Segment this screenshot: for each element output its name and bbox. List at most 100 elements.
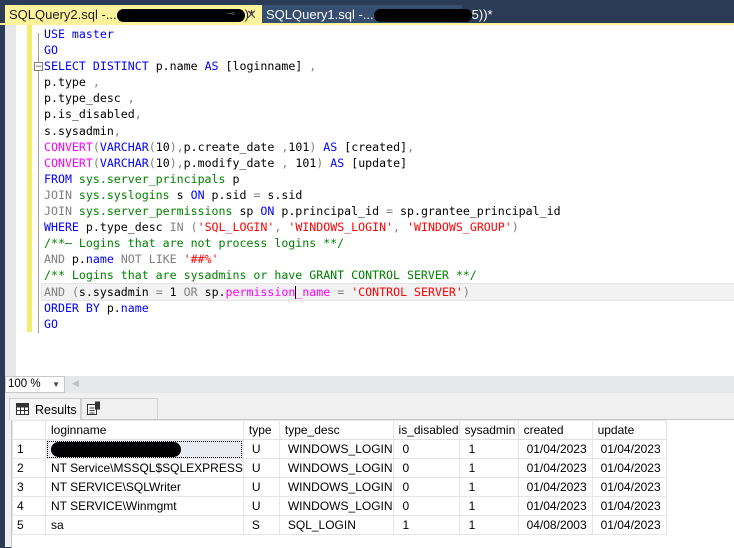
table-row[interactable]: 5 sa S SQL_LOGIN 1 1 04/08/2003 01/04/2023 xyxy=(12,515,667,535)
zoom-dropdown[interactable]: 100 % ▼ xyxy=(5,376,65,393)
row-number-header[interactable] xyxy=(12,420,46,440)
cell-update[interactable]: 01/04/2023 xyxy=(591,458,667,478)
column-header-type-desc[interactable]: type_desc xyxy=(278,420,394,440)
code-line[interactable]: p.type , xyxy=(44,74,734,90)
cell-loginname[interactable] xyxy=(45,439,244,459)
cell-sysadmin[interactable]: 1 xyxy=(458,439,519,459)
code-text[interactable]: USE master GO SELECT DISTINCT p.name AS [l… xyxy=(41,26,734,332)
code-line[interactable]: p.is_disabled, xyxy=(44,106,734,122)
collapse-icon[interactable]: − xyxy=(34,62,43,72)
cell-type[interactable]: U xyxy=(242,496,280,516)
cell-sysadmin[interactable]: 1 xyxy=(458,496,519,516)
code-token: sp. xyxy=(197,284,226,299)
cell-created[interactable]: 01/04/2023 xyxy=(517,477,593,497)
tab-messages[interactable]: Messages xyxy=(81,398,158,440)
tab-results-label: Results xyxy=(35,403,77,417)
cell-update[interactable]: 01/04/2023 xyxy=(591,439,667,459)
cell-is-disabled[interactable]: 0 xyxy=(392,439,460,459)
cell-type[interactable]: U xyxy=(242,477,280,497)
code-line[interactable]: AND (s.sysadmin = 1 OR sp.permission_nam… xyxy=(41,282,734,301)
results-table: loginname type type_desc is_disabled sys… xyxy=(12,420,667,535)
code-line[interactable]: CONVERT(VARCHAR(10),p.modify_date , 101)… xyxy=(44,155,734,171)
column-header-sysadmin[interactable]: sysadmin xyxy=(458,420,519,440)
code-token: [created] xyxy=(337,139,408,154)
cell-loginname[interactable]: sa xyxy=(45,515,244,535)
cell-update[interactable]: 01/04/2023 xyxy=(591,496,667,516)
cell-created[interactable]: 01/04/2023 xyxy=(517,458,593,478)
row-number[interactable]: 4 xyxy=(12,496,46,516)
table-row[interactable]: 3 NT SERVICE\SQLWriter U WINDOWS_LOGIN 0 1 01/… xyxy=(12,477,667,497)
code-line[interactable]: GO xyxy=(44,42,734,58)
pin-icon[interactable]: ⊸ xyxy=(226,5,235,24)
column-header-loginname[interactable]: loginname xyxy=(45,420,244,440)
cell-created[interactable]: 01/04/2023 xyxy=(517,496,593,516)
code-line[interactable]: /** Logins that are sysadmins or have GR… xyxy=(44,267,734,283)
scroll-left-icon[interactable]: ◀ xyxy=(72,379,79,389)
cell-is-disabled[interactable]: 1 xyxy=(392,515,460,535)
tab-sqlquery1[interactable]: SQLQuery1.sql -... 5))* xyxy=(262,5,493,24)
code-line[interactable]: CONVERT(VARCHAR(10),p.create_date ,101) … xyxy=(44,139,734,155)
column-header-type[interactable]: type xyxy=(242,420,280,440)
code-line[interactable]: p.type_desc , xyxy=(44,90,734,106)
cell-loginname[interactable]: NT Service\MSSQL$SQLEXPRESS xyxy=(45,458,244,478)
code-line[interactable]: s.sysadmin, xyxy=(44,123,734,139)
code-line[interactable]: ORDER BY p.name xyxy=(44,300,734,316)
cell-loginname[interactable]: NT SERVICE\Winmgmt xyxy=(45,496,244,516)
row-number[interactable]: 2 xyxy=(12,458,46,478)
cell-update[interactable]: 01/04/2023 xyxy=(591,515,667,535)
row-number[interactable]: 5 xyxy=(12,515,46,535)
tab-results[interactable]: Results xyxy=(9,398,81,420)
tab-sqlquery2[interactable]: SQLQuery2.sql -...)* ⊸ ✕ xyxy=(5,5,262,24)
cell-sysadmin[interactable]: 1 xyxy=(458,515,519,535)
table-row[interactable]: 1 U WINDOWS_LOGIN 0 1 01/04/2023 01/04/2023 xyxy=(12,439,667,459)
code-token: DISTINCT xyxy=(92,59,149,74)
table-row[interactable]: 2 NT Service\MSSQL$SQLEXPRESS U WINDOWS_LOG… xyxy=(12,458,667,478)
cell-type[interactable]: S xyxy=(242,515,280,535)
code-line[interactable]: SELECT DISTINCT p.name AS [loginname] , xyxy=(44,58,734,74)
code-line[interactable]: JOIN sys.server_permissions sp ON p.prin… xyxy=(44,203,734,219)
cell-type[interactable]: U xyxy=(242,439,280,459)
cell-sysadmin[interactable]: 1 xyxy=(458,458,519,478)
cell-is-disabled[interactable]: 0 xyxy=(392,458,460,478)
code-token: 10 xyxy=(155,155,170,170)
code-line[interactable]: WHERE p.type_desc IN ('SQL_LOGIN', 'WIND… xyxy=(44,219,734,235)
cell-type-desc[interactable]: WINDOWS_LOGIN xyxy=(278,439,394,459)
cell-type-desc[interactable]: SQL_LOGIN xyxy=(278,515,394,535)
row-number[interactable]: 1 xyxy=(12,439,46,459)
code-token: , xyxy=(113,123,121,138)
cell-type[interactable]: U xyxy=(242,458,280,478)
code-line[interactable]: AND p.name NOT LIKE '##%' xyxy=(44,251,734,267)
cell-is-disabled[interactable]: 0 xyxy=(392,477,460,497)
close-icon[interactable]: ✕ xyxy=(246,5,257,24)
code-token: 'SQL_LOGIN' xyxy=(197,220,275,235)
query-editor[interactable]: − USE master GO SELECT DISTINCT p.name AS … xyxy=(5,25,734,376)
results-grid: loginname type type_desc is_disabled sys… xyxy=(11,419,734,548)
table-row[interactable]: 4 NT SERVICE\Winmgmt U WINDOWS_LOGIN 0 1 01/04… xyxy=(12,496,667,516)
code-token: [update] xyxy=(344,155,408,170)
cell-type-desc[interactable]: WINDOWS_LOGIN xyxy=(278,496,394,516)
results-pane: Results Messages loginname type type_des… xyxy=(5,393,734,548)
cell-is-disabled[interactable]: 0 xyxy=(392,496,460,516)
code-line[interactable]: /**— Logins that are not process logins … xyxy=(44,235,734,251)
cell-update[interactable]: 01/04/2023 xyxy=(591,477,667,497)
code-line[interactable]: USE master xyxy=(44,26,734,42)
code-line[interactable]: JOIN sys.syslogins s ON p.sid = s.sid xyxy=(44,187,734,203)
code-token: ORDER BY xyxy=(44,300,100,315)
column-header-update[interactable]: update xyxy=(591,420,667,440)
code-line[interactable]: GO xyxy=(44,316,734,332)
cell-sysadmin[interactable]: 1 xyxy=(458,477,519,497)
code-token: sp xyxy=(232,204,261,219)
column-header-is-disabled[interactable]: is_disabled xyxy=(392,420,460,440)
column-header-created[interactable]: created xyxy=(517,420,593,440)
cell-loginname[interactable]: NT SERVICE\SQLWriter xyxy=(45,477,244,497)
row-number[interactable]: 3 xyxy=(12,477,46,497)
cell-created[interactable]: 01/04/2023 xyxy=(517,439,593,459)
cell-type-desc[interactable]: WINDOWS_LOGIN xyxy=(278,477,394,497)
code-token: FROM xyxy=(44,171,72,186)
cell-created[interactable]: 04/08/2003 xyxy=(517,515,593,535)
cell-type-desc[interactable]: WINDOWS_LOGIN xyxy=(278,458,394,478)
code-line[interactable]: FROM sys.server_principals p xyxy=(44,171,734,187)
